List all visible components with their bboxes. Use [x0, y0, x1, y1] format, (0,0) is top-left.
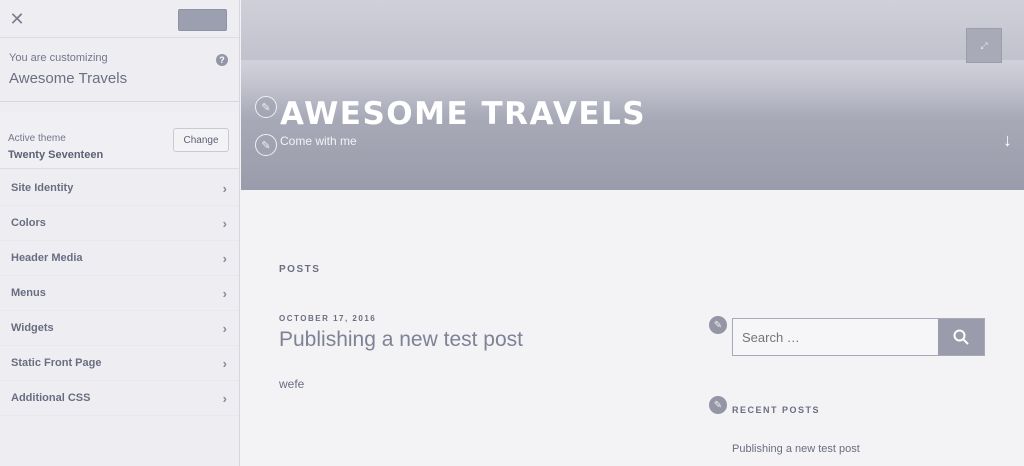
edit-recent-posts-pencil-icon[interactable]: ✎ — [708, 395, 728, 415]
close-icon[interactable]: ✕ — [0, 0, 34, 38]
site-title[interactable]: AWESOME TRAVELS — [280, 96, 646, 132]
customizer-panels: Site Identity › Colors › Header Media › Men… — [0, 171, 239, 416]
chevron-right-icon: › — [222, 390, 227, 406]
posts-heading: POSTS — [279, 264, 321, 275]
post-title[interactable]: Publishing a new test post — [279, 328, 523, 352]
panel-additional-css[interactable]: Additional CSS › — [0, 381, 239, 416]
customizing-info: You are customizing Awesome Travels ? — [0, 38, 239, 102]
panel-widgets[interactable]: Widgets › — [0, 311, 239, 346]
expand-icon: ⤢ — [980, 40, 988, 50]
chevron-right-icon: › — [222, 285, 227, 301]
customizer-sidebar: ✕ You are customizing Awesome Travels ? … — [0, 0, 240, 466]
active-theme-section: Active theme Twenty Seventeen Change — [0, 112, 239, 169]
panel-label: Widgets — [11, 322, 54, 334]
panel-menus[interactable]: Menus › — [0, 276, 239, 311]
panel-colors[interactable]: Colors › — [0, 206, 239, 241]
edit-tagline-pencil-icon[interactable]: ✎ — [255, 134, 277, 156]
edit-title-pencil-icon[interactable]: ✎ — [255, 96, 277, 118]
post-date[interactable]: OCTOBER 17, 2016 — [279, 314, 376, 323]
panel-header-media[interactable]: Header Media › — [0, 241, 239, 276]
change-theme-button[interactable]: Change — [173, 128, 229, 152]
header-edit-button[interactable]: ⤢ — [966, 28, 1002, 63]
customizer-header: ✕ — [0, 0, 239, 38]
search-input[interactable] — [733, 319, 939, 355]
panel-static-front-page[interactable]: Static Front Page › — [0, 346, 239, 381]
recent-post-link[interactable]: Publishing a new test post — [732, 443, 860, 455]
search-button[interactable] — [938, 319, 984, 355]
post-excerpt: wefe — [279, 377, 305, 391]
chevron-right-icon: › — [222, 355, 227, 371]
panel-label: Static Front Page — [11, 357, 102, 369]
search-icon — [953, 329, 969, 345]
chevron-right-icon: › — [222, 215, 227, 231]
chevron-right-icon: › — [222, 180, 227, 196]
panel-label: Menus — [11, 287, 46, 299]
recent-posts-heading: RECENT POSTS — [732, 405, 821, 415]
panel-label: Header Media — [11, 252, 83, 264]
chevron-right-icon: › — [222, 320, 227, 336]
panel-site-identity[interactable]: Site Identity › — [0, 171, 239, 206]
customizing-label: You are customizing — [9, 52, 108, 64]
site-header: ⤢ ✎ AWESOME TRAVELS ✎ Come with me ↓ — [241, 0, 1024, 190]
site-tagline: Come with me — [280, 134, 357, 148]
help-icon[interactable]: ? — [216, 54, 228, 66]
arrow-down-icon[interactable]: ↓ — [1003, 130, 1012, 151]
panel-label: Colors — [11, 217, 46, 229]
search-widget — [732, 318, 985, 356]
chevron-right-icon: › — [222, 250, 227, 266]
panel-label: Site Identity — [11, 182, 74, 194]
site-preview: ⤢ ✎ AWESOME TRAVELS ✎ Come with me ↓ POS… — [241, 0, 1024, 466]
edit-search-widget-pencil-icon[interactable]: ✎ — [708, 315, 728, 335]
site-name: Awesome Travels — [9, 70, 128, 87]
panel-label: Additional CSS — [11, 392, 91, 404]
publish-button[interactable] — [178, 9, 227, 31]
